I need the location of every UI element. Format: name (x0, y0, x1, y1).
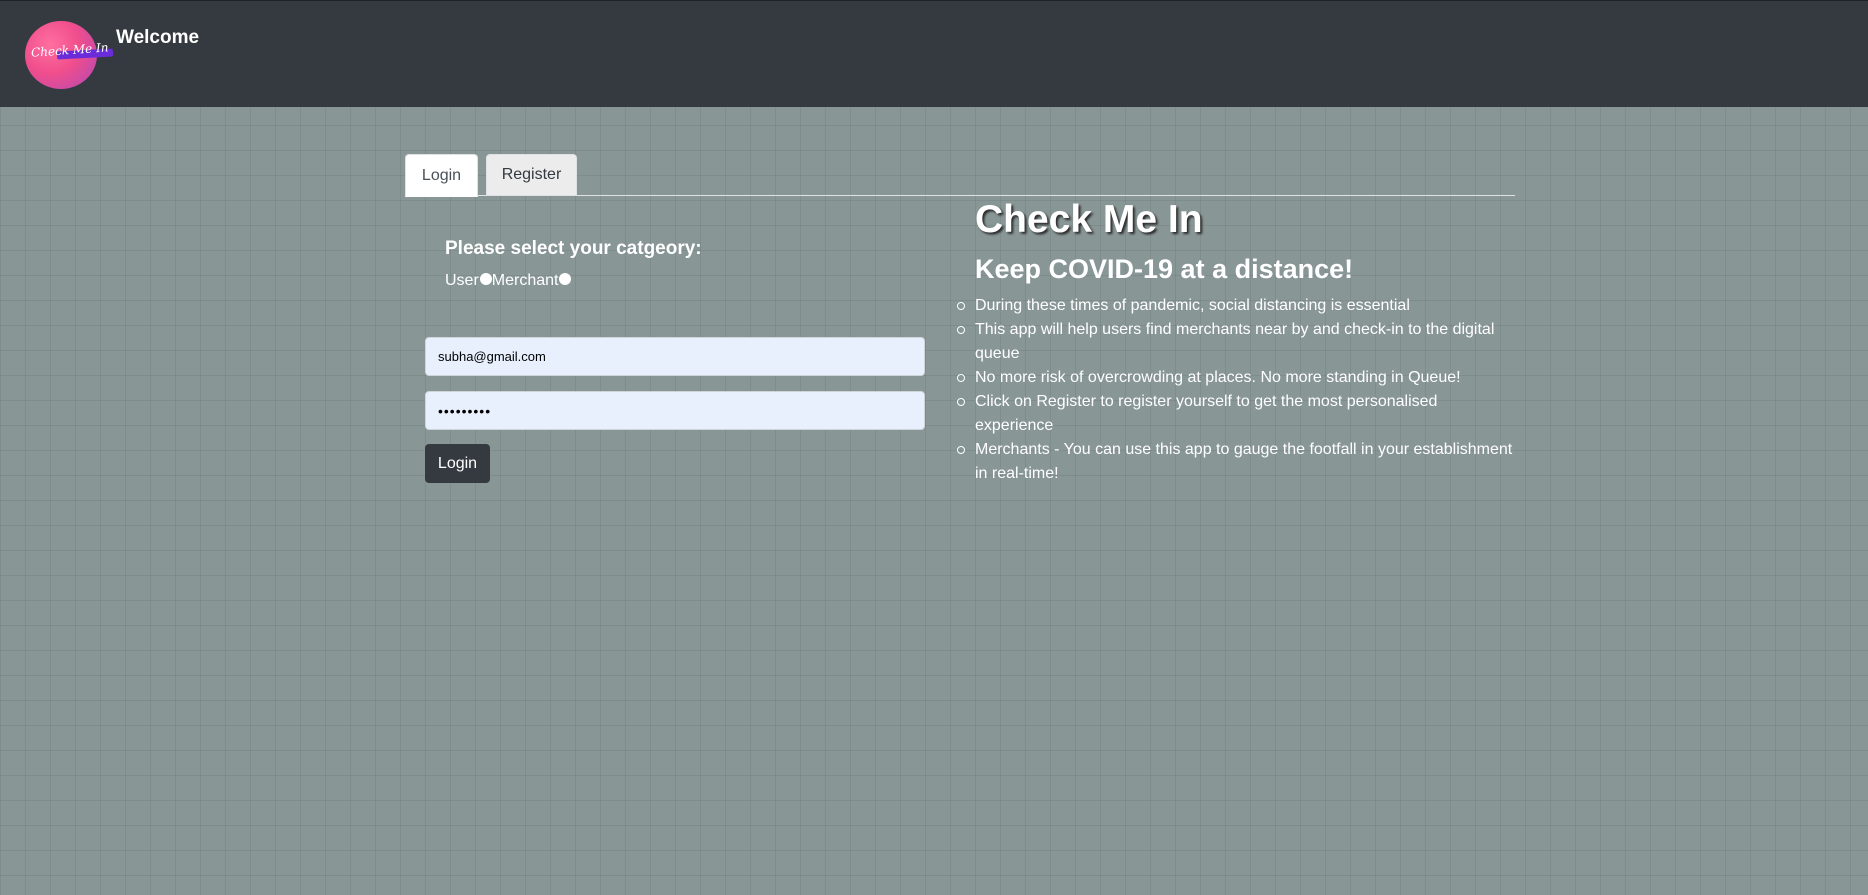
email-input[interactable]: subha@gmail.com (425, 337, 925, 376)
list-item: During these times of pandemic, social d… (957, 294, 1520, 318)
category-heading: Please select your catgeory: (445, 238, 702, 259)
navbar-brand[interactable]: Welcome (116, 27, 199, 49)
logo-icon[interactable]: Check Me In (25, 21, 114, 89)
list-item: Merchants - You can use this app to gaug… (957, 438, 1520, 486)
password-input[interactable]: ••••••••• (425, 391, 925, 430)
category-radio-group: User Merchant (445, 272, 572, 290)
hero-subtitle: Keep COVID-19 at a distance! (975, 254, 1354, 284)
info-list: During these times of pandemic, social d… (957, 294, 1520, 486)
list-item: Click on Register to register yourself t… (957, 390, 1520, 438)
navbar: Check Me In Welcome (0, 0, 1868, 107)
list-item: No more risk of overcrowding at places. … (957, 366, 1520, 390)
tab-register[interactable]: Register (486, 154, 577, 196)
radio-user[interactable] (479, 273, 492, 285)
radio-label-user: User (445, 272, 479, 289)
list-item: This app will help users find merchants … (957, 318, 1520, 366)
radio-label-merchant: Merchant (491, 272, 559, 289)
auth-tabs: Login Register (405, 154, 1515, 197)
radio-merchant[interactable] (559, 273, 572, 285)
login-button[interactable]: Login (425, 444, 490, 483)
tab-login[interactable]: Login (405, 154, 478, 197)
hero-title: Check Me In (975, 198, 1203, 241)
